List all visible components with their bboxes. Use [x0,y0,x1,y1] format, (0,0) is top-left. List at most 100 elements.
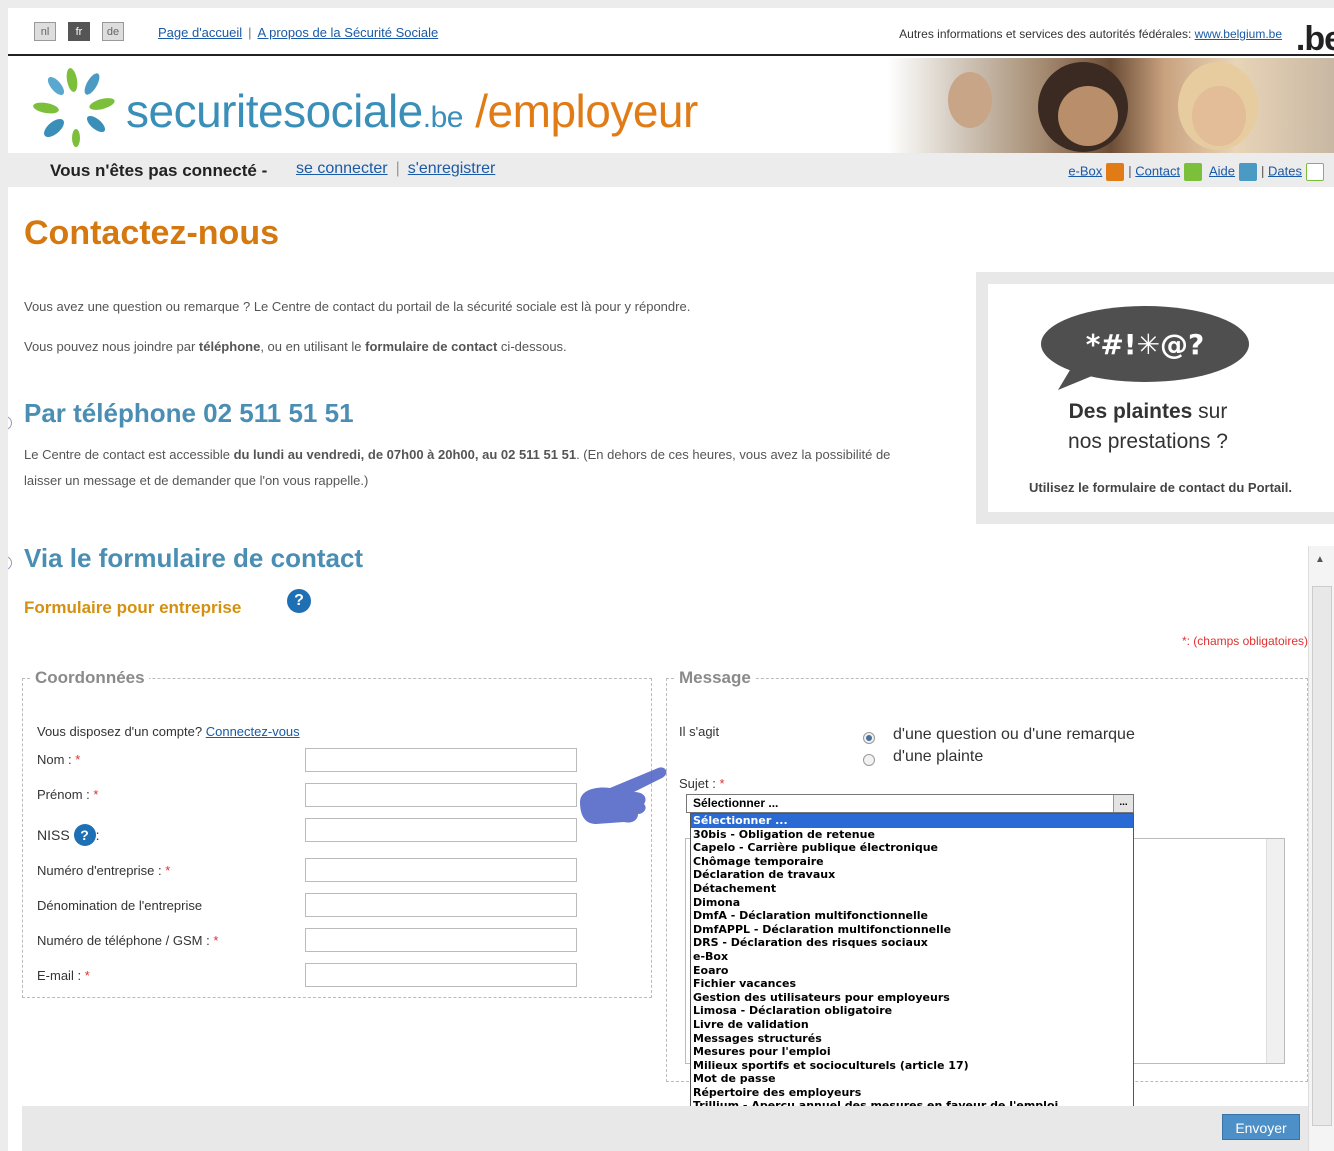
federal-text: Autres informations et services des auto… [899,27,1192,41]
subject-option[interactable]: Eoaro [691,964,1133,978]
top-links: Page d'accueil | A propos de la Sécurité S… [158,25,439,40]
coordinates-legend: Coordonnées [35,668,145,687]
subject-option[interactable]: DRS - Déclaration des risques sociaux [691,936,1133,950]
subject-option[interactable]: Livre de validation [691,1018,1133,1032]
phone-heading: Par téléphone 02 511 51 51 [24,398,354,428]
complaint-radio[interactable] [863,754,875,766]
person-photo [948,72,992,128]
nom-input[interactable] [305,748,577,772]
subject-option[interactable]: Gestion des utilisateurs pour employeurs [691,991,1133,1005]
lang-de[interactable]: de [102,22,124,41]
page-scrollbar[interactable]: ▲ [1308,546,1334,1151]
niss-input[interactable] [305,818,577,842]
denomination-label: Dénomination de l'entreprise [37,898,203,913]
scroll-up-icon[interactable]: ▲ [1315,554,1325,565]
banner-photo [888,58,1334,153]
federal-info: Autres informations et services des auto… [899,27,1282,41]
denomination-input[interactable] [305,893,577,917]
subject-option[interactable]: Détachement [691,882,1133,896]
service-links: e-Box | Contact Aide | Dates [1068,163,1328,181]
subject-option[interactable]: Sélectionner ... [691,814,1133,828]
subject-option[interactable]: Répertoire des employeurs [691,1086,1133,1100]
home-link[interactable]: Page d'accueil [158,25,242,40]
svg-text:*#!✳@?: *#!✳@? [1086,328,1205,361]
nom-label: Nom : * [37,752,81,767]
register-link[interactable]: s'enregistrer [408,160,496,177]
help-icon[interactable] [1239,163,1258,181]
form-footer [22,1106,1334,1151]
dates-link[interactable]: Dates [1268,163,1302,178]
prenom-input[interactable] [305,783,577,807]
textarea-scrollbar[interactable] [1266,839,1284,1063]
form-heading: Via le formulaire de contact [24,543,364,573]
email-input[interactable] [305,963,577,987]
scrollbar-thumb[interactable] [1312,586,1332,1126]
subject-option[interactable]: Déclaration de travaux [691,868,1133,882]
belgium-link[interactable]: www.belgium.be [1195,27,1282,41]
ebox-link[interactable]: e-Box [1068,163,1102,178]
phone-label: Numéro de téléphone / GSM : * [37,933,219,948]
subject-option[interactable]: Chômage temporaire [691,855,1133,869]
question-radio-label[interactable]: d'une question ou d'une remarque [893,726,1135,744]
page: nl fr de Page d'accueil | A propos de la S… [8,8,1334,1151]
login-link[interactable]: se connecter [296,160,388,177]
subject-dropdown-list[interactable]: Sélectionner ... 30bis - Obligation de re… [690,813,1134,1151]
flower-logo-icon[interactable] [26,64,126,152]
niss-label: NISS ?: [37,824,99,846]
lang-fr[interactable]: fr [68,22,90,41]
subject-option[interactable]: e-Box [691,950,1133,964]
subject-option[interactable]: Milieux sportifs et socioculturels (arti… [691,1059,1133,1073]
person-photo [1192,86,1246,146]
subject-option[interactable]: Mesures pour l'emploi [691,1045,1133,1059]
contact-link[interactable]: Contact [1135,163,1180,178]
ebox-icon[interactable] [1106,163,1125,181]
complaints-heading: Des plaintes sur [1068,400,1228,423]
auth-links: se connecter | s'enregistrer [296,160,496,177]
site-logo-text[interactable]: securitesociale.be /employeur [126,84,698,138]
intro-channels: Vous pouvez nous joindre par téléphone, … [24,339,567,354]
subject-option[interactable]: Fichier vacances [691,977,1133,991]
anchor-icon [8,416,12,430]
help-icon[interactable]: ? [73,824,96,846]
speech-bubble-icon: *#!✳@? [1041,306,1249,390]
complaints-heading-2: nos prestations ? [1068,430,1228,453]
subject-option[interactable]: Capelo - Carrière publique électronique [691,841,1133,855]
complaints-box[interactable]: *#!✳@? Des plaintes sur nos prestations … [976,272,1334,524]
email-label: E-mail : * [37,968,90,983]
page-title: Contactez-nous [24,214,279,252]
subject-option[interactable]: Mot de passe [691,1072,1133,1086]
intro-text: Vous avez une question ou remarque ? Le … [24,299,691,314]
entreprise-label: Numéro d'entreprise : * [37,863,171,878]
calendar-icon[interactable] [1306,163,1324,181]
subject-select[interactable]: Sélectionner ... ... [686,794,1134,813]
subject-option[interactable]: DmfAPPL - Déclaration multifonctionnelle [691,923,1133,937]
status-bar: Vous n'êtes pas connecté - se connecter |… [8,153,1334,187]
required-note: *: (champs obligatoires) [1181,634,1308,648]
form-subtitle: Formulaire pour entreprise [24,598,242,617]
send-button[interactable]: Envoyer [1222,1114,1300,1140]
subject-option[interactable]: Limosa - Déclaration obligatoire [691,1004,1133,1018]
message-legend: Message [679,668,751,687]
help-link[interactable]: Aide [1209,163,1235,178]
connect-link[interactable]: Connectez-vous [206,724,300,739]
contact-icon[interactable] [1184,163,1203,181]
lang-nl[interactable]: nl [34,22,56,41]
person-photo [1058,86,1118,146]
complaints-text: Utilisez le formulaire de contact du Por… [1029,480,1292,495]
complaint-radio-label[interactable]: d'une plainte [893,748,983,766]
be-logo[interactable]: .be [1296,20,1334,59]
subject-option[interactable]: Messages structurés [691,1032,1133,1046]
dropdown-arrow-icon[interactable]: ... [1113,795,1133,812]
about-link[interactable]: A propos de la Sécurité Sociale [258,25,439,40]
account-question: Vous disposez d'un compte? Connectez-vou… [37,724,300,739]
entreprise-input[interactable] [305,858,577,882]
question-radio[interactable] [863,732,875,744]
subject-option[interactable]: DmfA - Déclaration multifonctionnelle [691,909,1133,923]
phone-input[interactable] [305,928,577,952]
help-icon[interactable]: ? [287,589,311,613]
top-bar: nl fr de Page d'accueil | A propos de la S… [8,8,1334,59]
banner: securitesociale.be /employeur [8,58,1334,153]
coordinates-fieldset: Coordonnées Vous disposez d'un compte? C… [22,668,652,998]
subject-option[interactable]: Dimona [691,896,1133,910]
subject-option[interactable]: 30bis - Obligation de retenue [691,828,1133,842]
